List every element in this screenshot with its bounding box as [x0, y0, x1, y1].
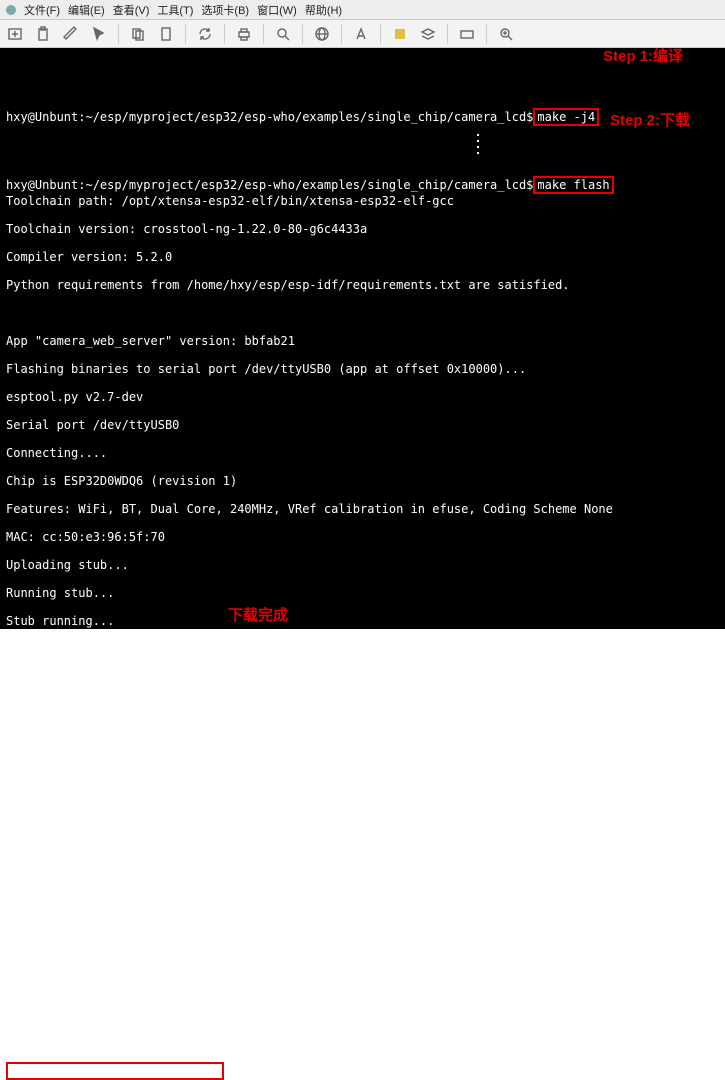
- separator: [263, 24, 264, 44]
- terminal-line: [6, 306, 719, 320]
- annotation-step1: Step 1:编译: [603, 50, 683, 64]
- terminal-line: Auto-detected Flash size: 4MB: [6, 726, 719, 740]
- terminal-line: Uploading stub...: [6, 558, 719, 572]
- separator: [486, 24, 487, 44]
- terminal[interactable]: Step 1:编译 Step 2:下载 下载完成 hxy@Unbunt:~/es…: [0, 48, 725, 629]
- separator: [341, 24, 342, 44]
- terminal-line: Connecting....: [6, 446, 719, 460]
- font-icon[interactable]: [350, 23, 372, 45]
- separator: [302, 24, 303, 44]
- search-icon[interactable]: [272, 23, 294, 45]
- terminal-line: Python requirements from /home/hxy/esp/e…: [6, 278, 719, 292]
- menu-tools[interactable]: 工具(T): [157, 2, 193, 18]
- layers-icon[interactable]: [417, 23, 439, 45]
- globe-icon[interactable]: [311, 23, 333, 45]
- cmd-make-j4: make -j4: [533, 108, 599, 126]
- terminal-line: Toolchain version: crosstool-ng-1.22.0-8…: [6, 222, 719, 236]
- terminal-line: Stub running...: [6, 614, 719, 628]
- terminal-line: MAC: cc:50:e3:96:5f:70: [6, 530, 719, 544]
- sync-icon[interactable]: [194, 23, 216, 45]
- terminal-line: Compressed 316912 bytes to 144309...: [6, 838, 719, 852]
- terminal-line: Hash of data verified.: [6, 894, 719, 908]
- terminal-line: Compiler version: 5.2.0: [6, 250, 719, 264]
- terminal-line: Compressed 3072 bytes to 87...: [6, 922, 719, 936]
- ellipsis-icon: [236, 134, 719, 154]
- menu-window[interactable]: 窗口(W): [257, 2, 297, 18]
- separator: [380, 24, 381, 44]
- separator: [118, 24, 119, 44]
- terminal-line: Leaving...: [6, 1034, 719, 1048]
- annotation-step2: Step 2:下载: [610, 114, 690, 128]
- terminal-line: Compressed 26416 bytes to 15722...: [6, 754, 719, 768]
- terminal-prompt: hxy@Unbunt:~/esp/myproject/esp32/esp-who…: [6, 178, 533, 192]
- terminal-line: Serial port /dev/ttyUSB0: [6, 418, 719, 432]
- terminal-prompt: hxy@Unbunt:~/esp/myproject/esp32/esp-who…: [6, 110, 533, 124]
- terminal-line: Flashing binaries to serial port /dev/tt…: [6, 362, 719, 376]
- terminal-line: Toolchain path: /opt/xtensa-esp32-elf/bi…: [6, 194, 719, 208]
- print-icon[interactable]: [233, 23, 255, 45]
- cmd-make-flash: make flash: [533, 176, 613, 194]
- menu-edit[interactable]: 编辑(E): [68, 2, 105, 18]
- terminal-line: Wrote 3072 bytes (87 compressed) at 0x00…: [6, 950, 719, 964]
- terminal-line: esptool.py v2.7-dev: [6, 390, 719, 404]
- terminal-line: Hash of data verified.: [6, 810, 719, 824]
- hard-reset-line: Hard resetting via RTS pin...: [6, 1062, 224, 1080]
- zoom-icon[interactable]: [495, 23, 517, 45]
- keyboard-icon[interactable]: [456, 23, 478, 45]
- terminal-line: Running stub...: [6, 586, 719, 600]
- app-dot-icon: [6, 5, 16, 15]
- terminal-line: App "camera_web_server" version: bbfab21: [6, 334, 719, 348]
- terminal-line: Features: WiFi, BT, Dual Core, 240MHz, V…: [6, 502, 719, 516]
- separator: [185, 24, 186, 44]
- terminal-line: Configuring flash size...: [6, 698, 719, 712]
- terminal-line: [6, 1006, 719, 1020]
- paste-icon[interactable]: [32, 23, 54, 45]
- brush-icon[interactable]: [60, 23, 82, 45]
- separator: [224, 24, 225, 44]
- separator: [447, 24, 448, 44]
- terminal-line: Wrote 26416 bytes (15722 compressed) at …: [6, 782, 719, 796]
- terminal-line: Changing baud rate to 921600: [6, 642, 719, 656]
- menu-help[interactable]: 帮助(H): [305, 2, 342, 18]
- new-tab-icon[interactable]: [4, 23, 26, 45]
- terminal-line: Chip is ESP32D0WDQ6 (revision 1): [6, 474, 719, 488]
- paste2-icon[interactable]: [155, 23, 177, 45]
- menu-tabs[interactable]: 选项卡(B): [201, 2, 249, 18]
- terminal-line: Wrote 316912 bytes (144309 compressed) a…: [6, 866, 719, 880]
- toolbar: [0, 20, 725, 48]
- cursor-icon[interactable]: [88, 23, 110, 45]
- menu-view[interactable]: 查看(V): [113, 2, 150, 18]
- copy-icon[interactable]: [127, 23, 149, 45]
- color-icon[interactable]: [389, 23, 411, 45]
- terminal-line: Changed.: [6, 670, 719, 684]
- menu-file[interactable]: 文件(F): [24, 2, 60, 18]
- annotation-done: 下载完成: [228, 609, 288, 623]
- menu-bar: 文件(F) 编辑(E) 查看(V) 工具(T) 选项卡(B) 窗口(W) 帮助(…: [0, 0, 725, 20]
- terminal-line: Hash of data verified.: [6, 978, 719, 992]
